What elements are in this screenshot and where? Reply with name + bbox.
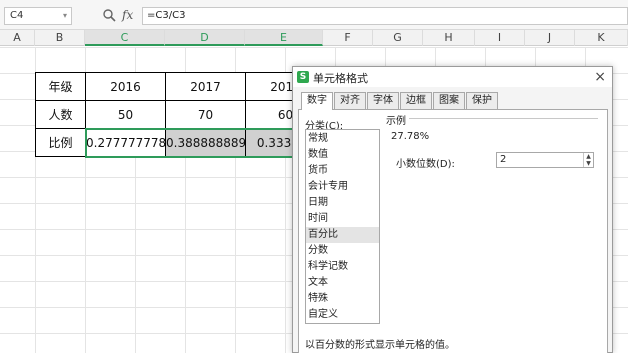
column-header[interactable]: K xyxy=(575,30,628,46)
table-cell[interactable]: 比例 xyxy=(35,128,86,157)
formula-input[interactable]: =C3/C3 xyxy=(142,7,628,25)
table-cell[interactable]: 人数 xyxy=(35,100,86,129)
decimal-places-label: 小数位数(D): xyxy=(396,159,455,170)
tab-font[interactable]: 字体 xyxy=(367,92,399,109)
column-header[interactable]: I xyxy=(475,30,525,46)
sample-value: 27.78% xyxy=(391,131,430,142)
column-header[interactable]: A xyxy=(0,30,35,46)
category-item[interactable]: 日期 xyxy=(306,195,379,211)
category-list[interactable]: 常规 数值 货币 会计专用 日期 时间 百分比 分数 科学记数 文本 特殊 自定… xyxy=(305,129,380,324)
category-item[interactable]: 时间 xyxy=(306,211,379,227)
category-item[interactable]: 特殊 xyxy=(306,291,379,307)
table-cell[interactable]: 2017 xyxy=(165,72,246,101)
format-cells-dialog: S 单元格格式 × 数字 对齐 字体 边框 图案 保护 分类(C): 常规 数值… xyxy=(292,66,613,353)
table-cell[interactable]: 年级 xyxy=(35,72,86,101)
table-cell[interactable]: 70 xyxy=(165,100,246,129)
table-cell[interactable]: 0.388888889 xyxy=(165,128,246,157)
number-tab-panel: 分类(C): 常规 数值 货币 会计专用 日期 时间 百分比 分数 科学记数 文… xyxy=(298,109,608,353)
category-item[interactable]: 科学记数 xyxy=(306,259,379,275)
column-header[interactable]: G xyxy=(373,30,423,46)
tab-protection[interactable]: 保护 xyxy=(466,92,498,109)
table-cell[interactable]: 0.277777778 xyxy=(85,128,166,157)
category-item[interactable]: 数值 xyxy=(306,147,379,163)
spin-arrows-icon[interactable]: ▲ ▼ xyxy=(583,153,593,167)
decimal-places-value: 2 xyxy=(500,154,507,165)
table-cell[interactable]: 50 xyxy=(85,100,166,129)
tab-alignment[interactable]: 对齐 xyxy=(334,92,366,109)
name-box-value: C4 xyxy=(10,10,24,21)
formula-bar: C4 ▾ fx =C3/C3 xyxy=(0,0,628,30)
format-description: 以百分数的形式显示单元格的值。 xyxy=(305,340,455,351)
column-header[interactable]: H xyxy=(423,30,475,46)
tab-border[interactable]: 边框 xyxy=(400,92,432,109)
category-item[interactable]: 分数 xyxy=(306,243,379,259)
category-item[interactable]: 自定义 xyxy=(306,307,379,323)
category-item[interactable]: 文本 xyxy=(306,275,379,291)
name-box[interactable]: C4 ▾ xyxy=(4,7,72,25)
sample-group: 示例 27.78% xyxy=(386,112,598,144)
column-header[interactable]: B xyxy=(35,30,85,46)
column-header[interactable]: F xyxy=(323,30,373,46)
column-header[interactable]: C xyxy=(85,30,165,46)
decimal-places-stepper[interactable]: 2 ▲ ▼ xyxy=(496,152,594,168)
zoom-icon[interactable] xyxy=(102,8,116,22)
app-icon: S xyxy=(297,71,309,83)
column-header[interactable]: D xyxy=(165,30,245,46)
tab-pattern[interactable]: 图案 xyxy=(433,92,465,109)
dialog-titlebar[interactable]: S 单元格格式 × xyxy=(293,67,612,87)
sample-label: 示例 xyxy=(386,112,409,127)
column-header[interactable]: E xyxy=(245,30,323,46)
column-headers: A B C D E F G H I J K xyxy=(0,30,628,46)
category-item[interactable]: 货币 xyxy=(306,163,379,179)
column-header[interactable]: J xyxy=(525,30,575,46)
chevron-down-icon[interactable]: ▾ xyxy=(63,8,67,24)
category-item[interactable]: 常规 xyxy=(306,131,379,147)
dialog-title: 单元格格式 xyxy=(313,72,368,85)
tab-number[interactable]: 数字 xyxy=(301,92,333,110)
table-cell[interactable]: 2016 xyxy=(85,72,166,101)
category-item-selected[interactable]: 百分比 xyxy=(306,227,379,243)
category-item[interactable]: 会计专用 xyxy=(306,179,379,195)
close-icon[interactable]: × xyxy=(594,68,606,86)
fx-icon[interactable]: fx xyxy=(122,8,133,22)
